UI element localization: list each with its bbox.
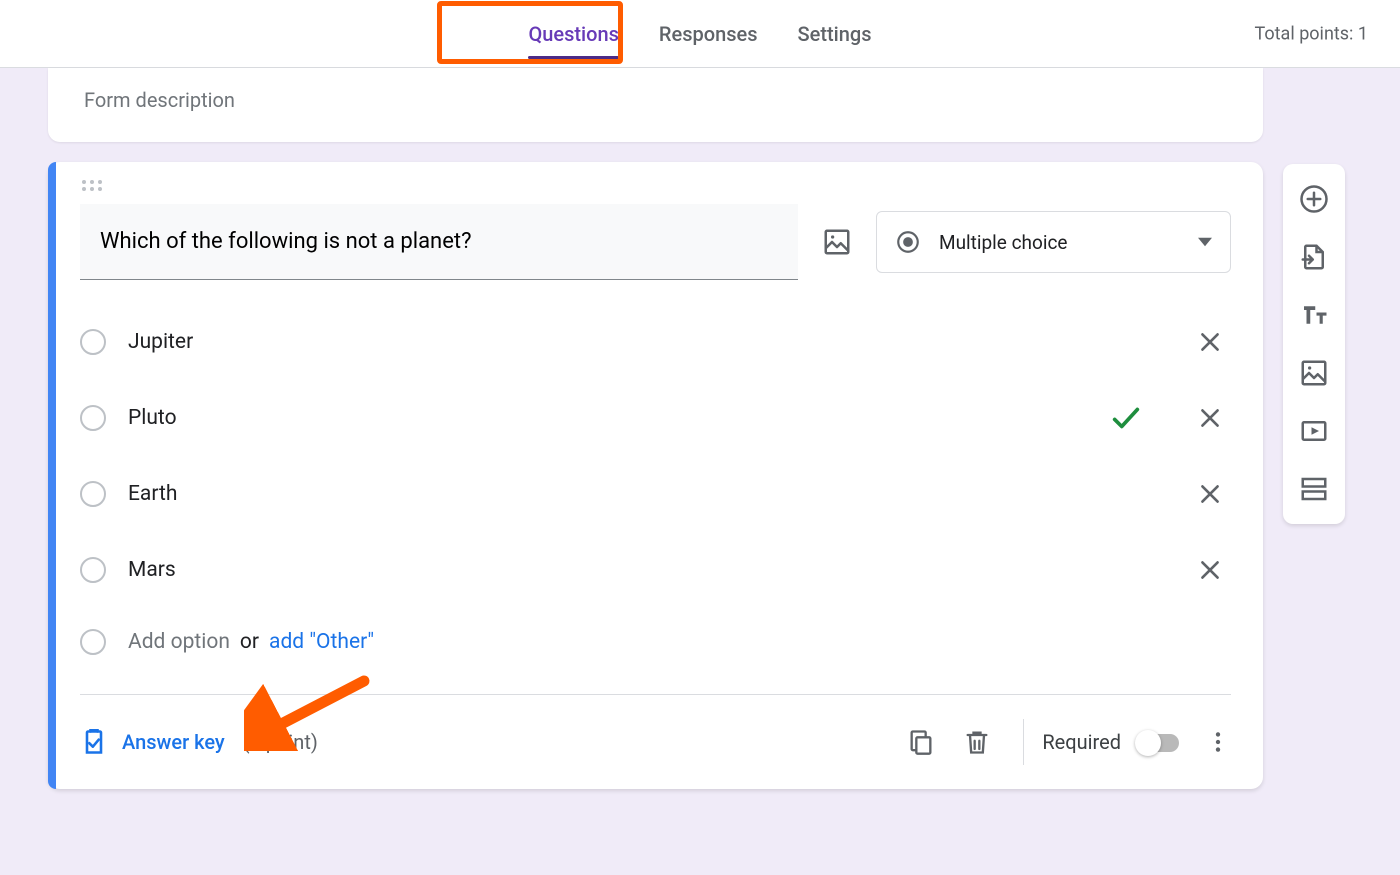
options-list: Jupiter Pluto bbox=[80, 314, 1231, 666]
total-points: Total points: 1 bbox=[1255, 23, 1368, 44]
option-row: Pluto bbox=[80, 390, 1231, 446]
add-title-button[interactable] bbox=[1289, 290, 1339, 340]
chevron-down-icon bbox=[1198, 235, 1212, 249]
question-type-label: Multiple choice bbox=[939, 231, 1180, 254]
required-toggle[interactable] bbox=[1135, 734, 1183, 752]
radio-icon bbox=[80, 629, 106, 655]
answer-key-icon bbox=[80, 728, 108, 756]
radio-icon bbox=[80, 557, 106, 583]
delete-button[interactable] bbox=[963, 728, 991, 756]
tab-responses[interactable]: Responses bbox=[659, 0, 758, 67]
close-icon[interactable] bbox=[1197, 557, 1223, 583]
radio-icon bbox=[80, 481, 106, 507]
form-description[interactable]: Form description bbox=[84, 88, 1227, 112]
divider bbox=[80, 694, 1231, 695]
answer-key-label: Answer key bbox=[122, 730, 225, 754]
divider bbox=[1023, 719, 1024, 765]
radio-icon bbox=[80, 405, 106, 431]
question-text-input[interactable] bbox=[80, 204, 798, 280]
duplicate-button[interactable] bbox=[907, 728, 935, 756]
close-icon[interactable] bbox=[1197, 481, 1223, 507]
top-bar: Questions Responses Settings Total point… bbox=[0, 0, 1400, 68]
radio-icon bbox=[80, 329, 106, 355]
tab-settings[interactable]: Settings bbox=[798, 0, 872, 67]
form-header-card: Form description bbox=[48, 68, 1263, 142]
add-image-button[interactable] bbox=[1289, 348, 1339, 398]
side-toolbar bbox=[1283, 164, 1345, 524]
more-options-icon[interactable] bbox=[1205, 729, 1231, 755]
add-option-button[interactable]: Add option bbox=[128, 630, 230, 654]
answer-key-button[interactable]: Answer key bbox=[80, 728, 225, 756]
points-label: (1 point) bbox=[243, 730, 318, 754]
add-other-button[interactable]: add "Other" bbox=[269, 630, 374, 654]
add-image-icon[interactable] bbox=[822, 227, 852, 257]
required-label: Required bbox=[1042, 730, 1121, 754]
option-text[interactable]: Pluto bbox=[128, 406, 1109, 430]
option-row: Jupiter bbox=[80, 314, 1231, 370]
import-questions-button[interactable] bbox=[1289, 232, 1339, 282]
question-footer: Answer key (1 point) Required bbox=[80, 719, 1231, 765]
add-question-button[interactable] bbox=[1289, 174, 1339, 224]
option-row: Mars bbox=[80, 542, 1231, 598]
question-card: Multiple choice Jupiter bbox=[48, 162, 1263, 789]
drag-handle-icon[interactable] bbox=[80, 178, 1231, 196]
add-option-row: Add option or add "Other" bbox=[80, 618, 1231, 666]
close-icon[interactable] bbox=[1197, 405, 1223, 431]
option-text[interactable]: Earth bbox=[128, 482, 1197, 506]
option-row: Earth bbox=[80, 466, 1231, 522]
check-icon bbox=[1109, 401, 1143, 435]
add-section-button[interactable] bbox=[1289, 464, 1339, 514]
close-icon[interactable] bbox=[1197, 329, 1223, 355]
option-text[interactable]: Mars bbox=[128, 558, 1197, 582]
question-type-selector[interactable]: Multiple choice bbox=[876, 211, 1231, 273]
radio-icon bbox=[895, 229, 921, 255]
option-text[interactable]: Jupiter bbox=[128, 330, 1197, 354]
tab-questions[interactable]: Questions bbox=[528, 0, 618, 67]
tabs: Questions Responses Settings bbox=[528, 0, 871, 67]
or-label: or bbox=[240, 630, 259, 654]
add-video-button[interactable] bbox=[1289, 406, 1339, 456]
